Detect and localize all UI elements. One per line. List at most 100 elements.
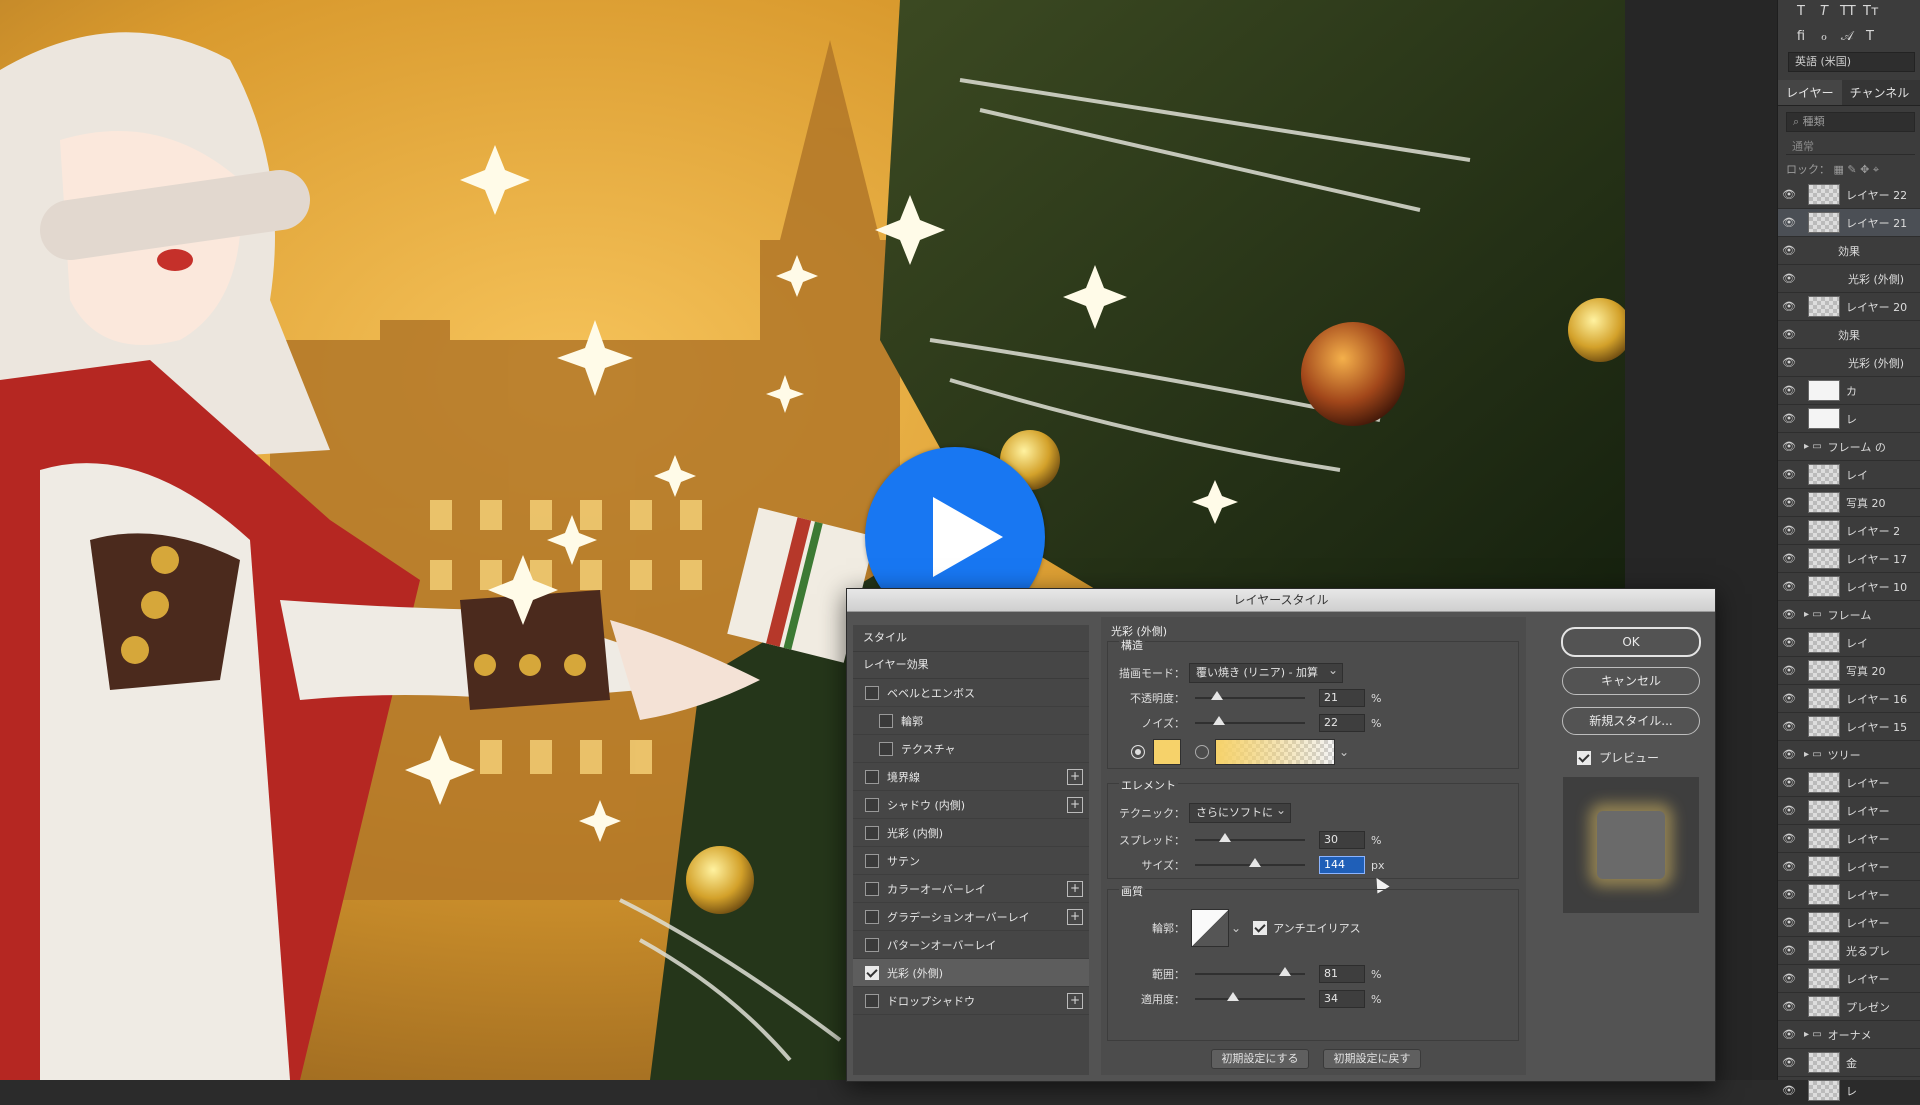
gradient-swatch[interactable] — [1215, 739, 1335, 765]
spread-slider[interactable] — [1195, 833, 1305, 842]
layer-row[interactable]: 👁︎ ▸ ▭ フレーム の — [1778, 433, 1920, 461]
visibility-eye-icon[interactable]: 👁︎ — [1778, 412, 1800, 425]
visibility-eye-icon[interactable]: 👁︎ — [1778, 468, 1800, 481]
opacity-slider[interactable] — [1195, 691, 1305, 700]
range-slider[interactable] — [1195, 967, 1305, 976]
add-effect-icon[interactable]: + — [1067, 993, 1083, 1009]
layer-row[interactable]: 👁︎ 写真 20 — [1778, 657, 1920, 685]
effect-checkbox[interactable] — [865, 769, 879, 784]
visibility-eye-icon[interactable]: 👁︎ — [1778, 356, 1800, 369]
visibility-eye-icon[interactable]: 👁︎ — [1778, 524, 1800, 537]
visibility-eye-icon[interactable]: 👁︎ — [1778, 916, 1800, 929]
new-style-button[interactable]: 新規スタイル... — [1562, 707, 1700, 735]
layer-row[interactable]: 👁︎ 光るプレ — [1778, 937, 1920, 965]
layer-row[interactable]: 👁︎ レイヤー 10 — [1778, 573, 1920, 601]
tab-layers[interactable]: レイヤー — [1778, 80, 1842, 105]
layer-row[interactable]: 👁︎ レイヤー 17 — [1778, 545, 1920, 573]
ligature-icon[interactable]: ﬁ — [1794, 29, 1808, 44]
layer-row[interactable]: 👁︎ 写真 20 — [1778, 489, 1920, 517]
blend-mode-dropdown[interactable]: 覆い焼き (リニア) - 加算 — [1189, 661, 1343, 683]
visibility-eye-icon[interactable]: 👁︎ — [1778, 384, 1800, 397]
effect-item[interactable]: テクスチャ — [853, 735, 1089, 763]
visibility-eye-icon[interactable]: 👁︎ — [1778, 272, 1800, 285]
layer-row[interactable]: 👁︎ レイヤー — [1778, 769, 1920, 797]
folder-icon[interactable]: ▸ ▭ — [1804, 609, 1822, 620]
visibility-eye-icon[interactable]: 👁︎ — [1778, 496, 1800, 509]
visibility-eye-icon[interactable]: 👁︎ — [1778, 804, 1800, 817]
antialias-checkbox[interactable] — [1253, 921, 1268, 935]
effect-checkbox[interactable] — [865, 853, 879, 868]
visibility-eye-icon[interactable]: 👁︎ — [1778, 552, 1800, 565]
effect-checkbox[interactable] — [865, 881, 879, 896]
layer-row[interactable]: 👁︎ 光彩 (外側) — [1778, 349, 1920, 377]
effect-checkbox[interactable] — [865, 965, 879, 980]
italic-type-icon[interactable]: T — [1817, 4, 1831, 19]
preview-checkbox[interactable] — [1577, 750, 1591, 765]
layer-row[interactable]: 👁︎ 効果 — [1778, 237, 1920, 265]
gradient-dropdown-icon[interactable]: ⌄ — [1339, 745, 1349, 759]
layer-row[interactable]: 👁︎ レイヤー 22 — [1778, 181, 1920, 209]
add-effect-icon[interactable]: + — [1067, 881, 1083, 897]
layer-row[interactable]: 👁︎ ▸ ▭ フレーム — [1778, 601, 1920, 629]
make-default-button[interactable]: 初期設定にする — [1211, 1049, 1309, 1069]
effect-item[interactable]: 光彩 (外側) — [853, 959, 1089, 987]
ok-button[interactable]: OK — [1561, 627, 1701, 657]
stylistic-icon[interactable]: 𝒜 — [1840, 29, 1854, 44]
folder-icon[interactable]: ▸ ▭ — [1804, 441, 1822, 452]
visibility-eye-icon[interactable]: 👁︎ — [1778, 216, 1800, 229]
layer-row[interactable]: 👁︎ プレゼン — [1778, 993, 1920, 1021]
spread-field[interactable]: 30 — [1319, 831, 1365, 849]
layer-row[interactable]: 👁︎ レイ — [1778, 629, 1920, 657]
styles-header[interactable]: スタイル — [853, 625, 1089, 652]
effect-checkbox[interactable] — [865, 825, 879, 840]
visibility-eye-icon[interactable]: 👁︎ — [1778, 972, 1800, 985]
effect-checkbox[interactable] — [879, 713, 893, 728]
range-field[interactable]: 81 — [1319, 965, 1365, 983]
technique-dropdown[interactable]: さらにソフトに — [1189, 801, 1291, 823]
add-effect-icon[interactable]: + — [1067, 909, 1083, 925]
layer-row[interactable]: 👁︎ ▸ ▭ オーナメ — [1778, 1021, 1920, 1049]
glow-color-swatch[interactable] — [1153, 739, 1181, 765]
visibility-eye-icon[interactable]: 👁︎ — [1778, 1000, 1800, 1013]
gradient-radio[interactable] — [1195, 745, 1209, 759]
size-knob[interactable] — [1249, 858, 1261, 867]
effect-checkbox[interactable] — [865, 937, 879, 952]
range-knob[interactable] — [1279, 967, 1291, 976]
jitter-slider[interactable] — [1195, 992, 1305, 1001]
color-radio[interactable] — [1131, 745, 1145, 759]
visibility-eye-icon[interactable]: 👁︎ — [1778, 888, 1800, 901]
visibility-eye-icon[interactable]: 👁︎ — [1778, 1056, 1800, 1069]
layer-row[interactable]: 👁︎ 効果 — [1778, 321, 1920, 349]
noise-knob[interactable] — [1213, 716, 1225, 725]
layer-row[interactable]: 👁︎ レ — [1778, 1077, 1920, 1105]
effect-item[interactable]: 輪郭 — [853, 707, 1089, 735]
opacity-knob[interactable] — [1211, 691, 1223, 700]
visibility-eye-icon[interactable]: 👁︎ — [1778, 1028, 1800, 1041]
visibility-eye-icon[interactable]: 👁︎ — [1778, 832, 1800, 845]
visibility-eye-icon[interactable]: 👁︎ — [1778, 860, 1800, 873]
visibility-eye-icon[interactable]: 👁︎ — [1778, 776, 1800, 789]
noise-slider[interactable] — [1195, 716, 1305, 725]
effect-item[interactable]: シャドウ (内側) + — [853, 791, 1089, 819]
smallcaps-type-icon[interactable]: Tт — [1863, 4, 1879, 19]
spread-knob[interactable] — [1219, 833, 1231, 842]
layer-row[interactable]: 👁︎ レイヤー — [1778, 797, 1920, 825]
jitter-field[interactable]: 34 — [1319, 990, 1365, 1008]
visibility-eye-icon[interactable]: 👁︎ — [1778, 944, 1800, 957]
layer-row[interactable]: 👁︎ レイ — [1778, 461, 1920, 489]
visibility-eye-icon[interactable]: 👁︎ — [1778, 692, 1800, 705]
visibility-eye-icon[interactable]: 👁︎ — [1778, 1084, 1800, 1097]
layer-row[interactable]: 👁︎ レイヤー — [1778, 909, 1920, 937]
size-slider[interactable] — [1195, 858, 1305, 867]
blend-mode-select[interactable]: 通常 — [1786, 138, 1915, 155]
effect-item[interactable]: 光彩 (内側) — [853, 819, 1089, 847]
effect-item[interactable]: パターンオーバーレイ — [853, 931, 1089, 959]
effect-item[interactable]: ベベルとエンボス — [853, 679, 1089, 707]
size-field[interactable]: 144 — [1319, 856, 1365, 874]
folder-icon[interactable]: ▸ ▭ — [1804, 749, 1822, 760]
tab-channels[interactable]: チャンネル — [1842, 80, 1918, 105]
effect-checkbox[interactable] — [865, 685, 879, 700]
layer-row[interactable]: 👁︎ レイヤー 21 — [1778, 209, 1920, 237]
add-effect-icon[interactable]: + — [1067, 797, 1083, 813]
layer-row[interactable]: 👁︎ レイヤー 2 — [1778, 517, 1920, 545]
